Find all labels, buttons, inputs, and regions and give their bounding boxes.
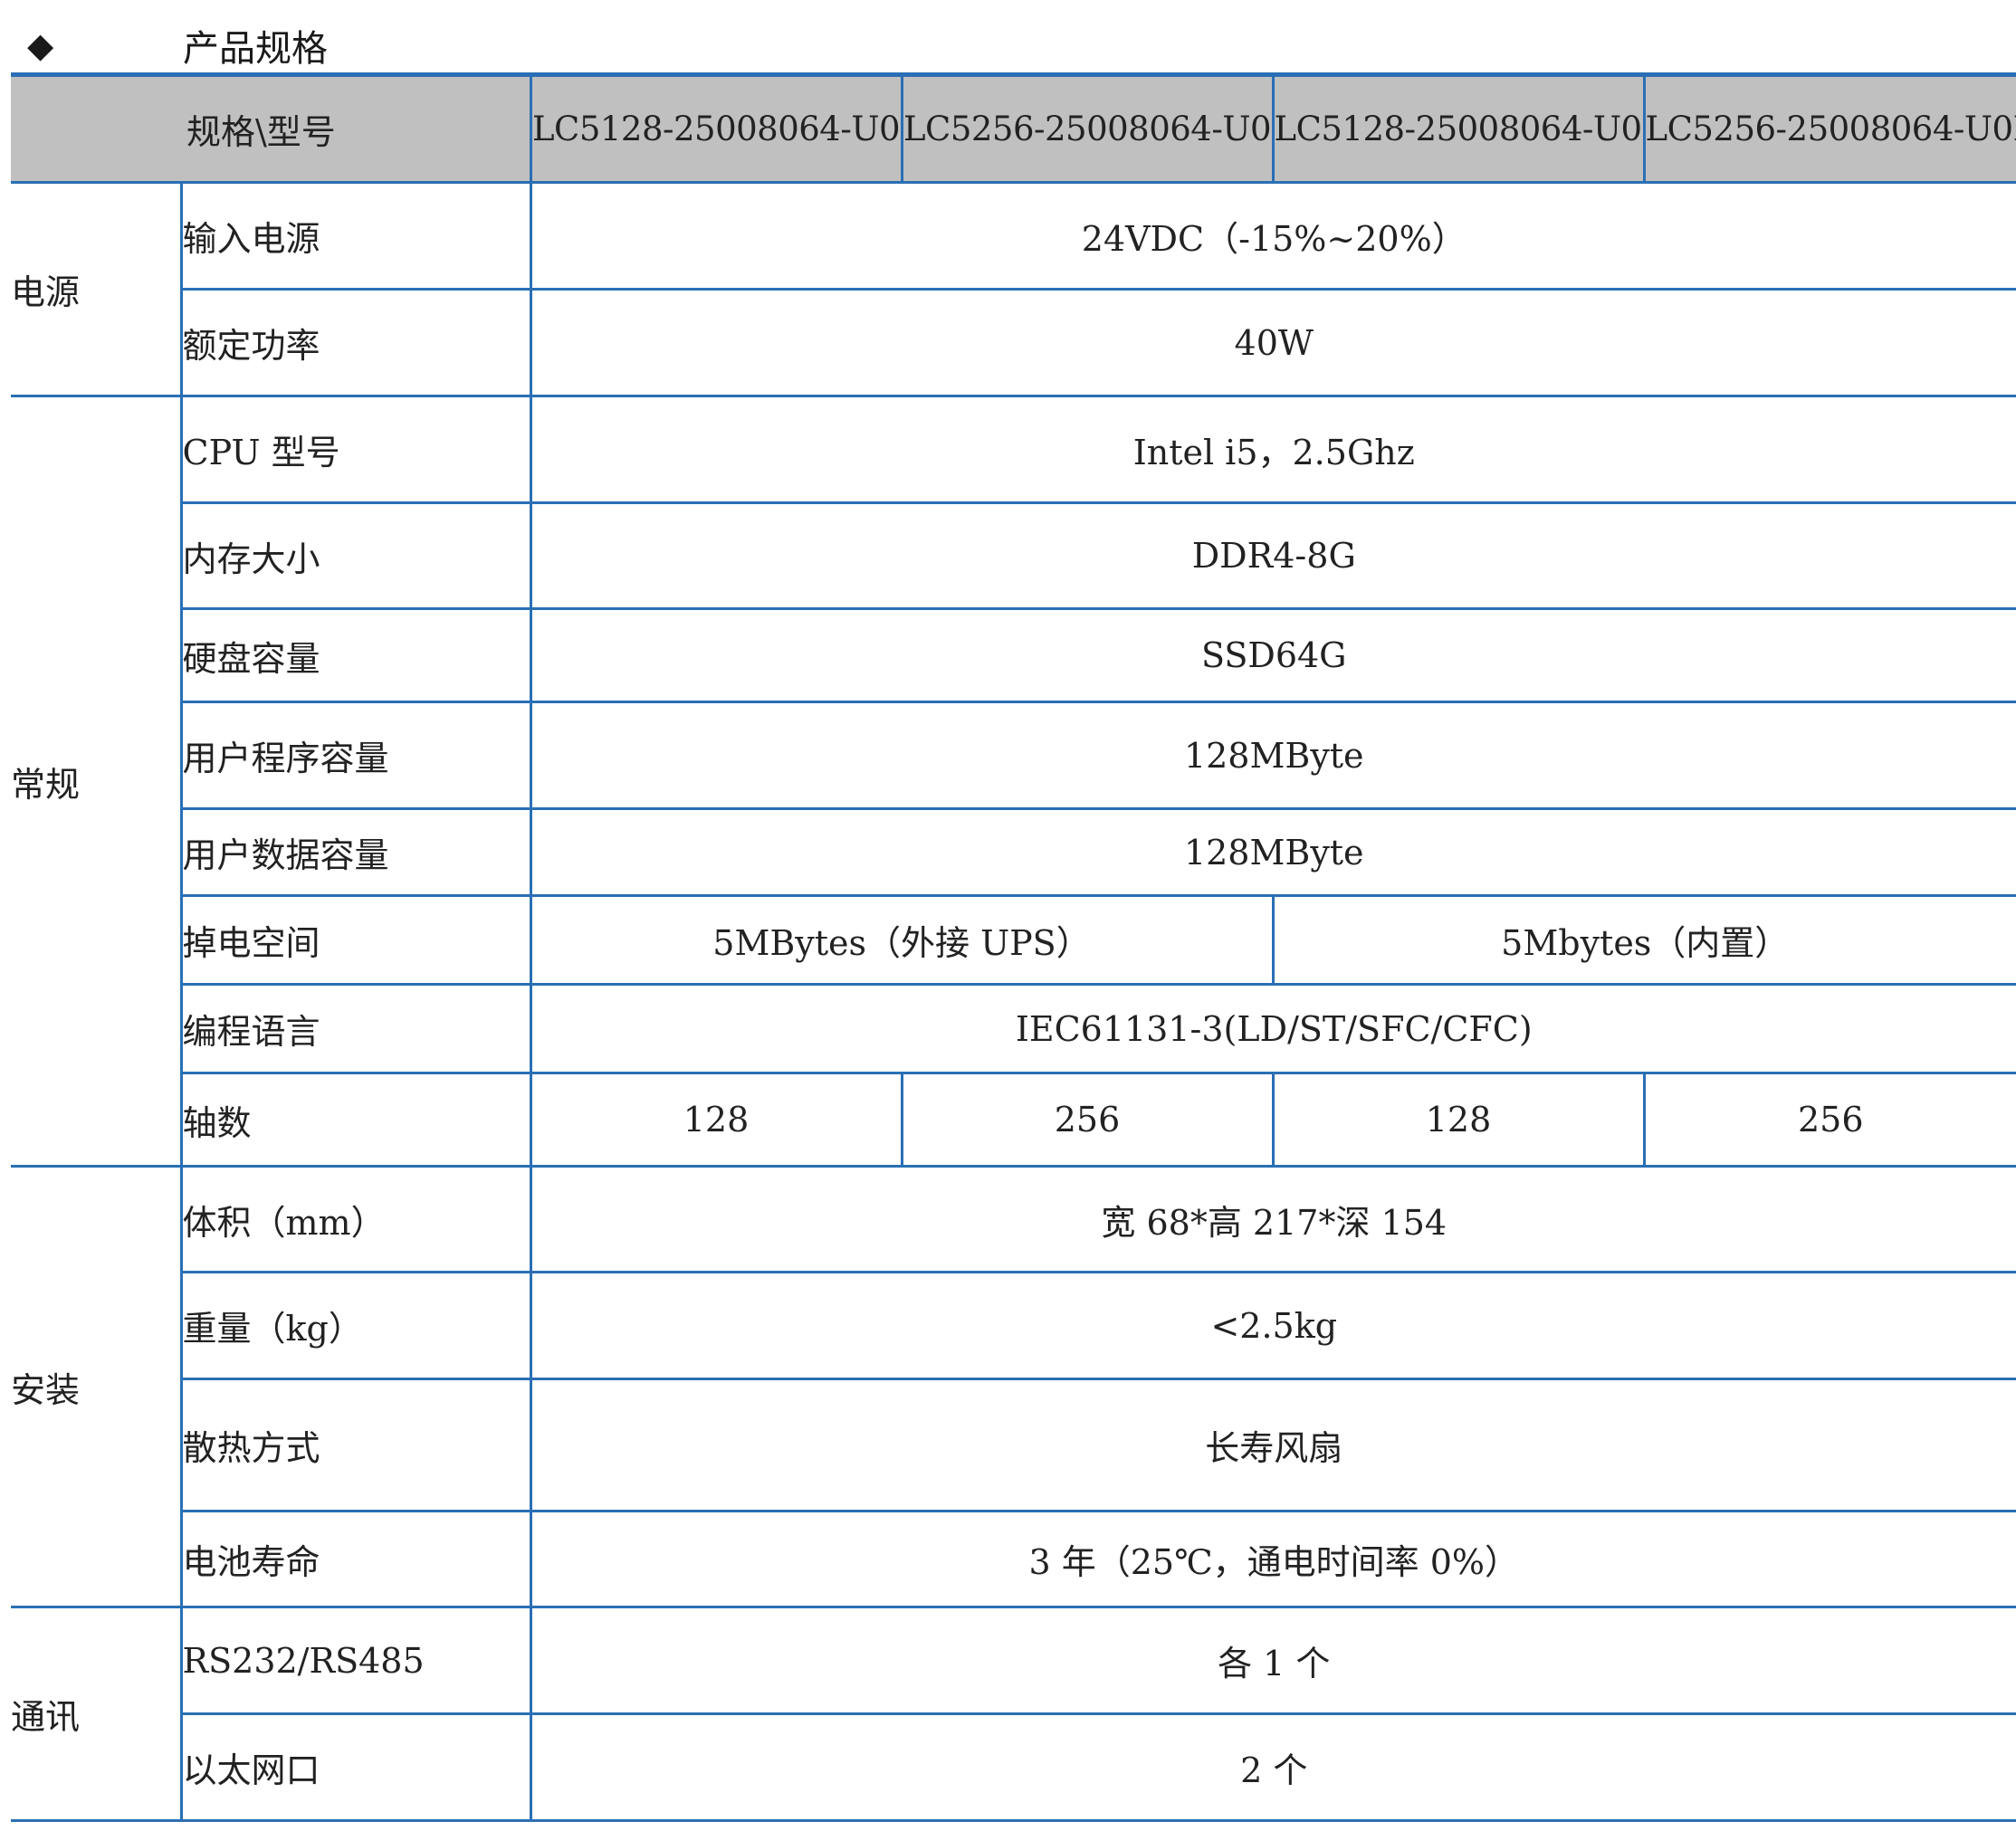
param-label: 体积（mm） xyxy=(179,1165,532,1273)
group-label-install: 安装 xyxy=(11,1165,183,1608)
table-header-row: 规格\型号 LC5128-25008064-U0 LC5256-25008064… xyxy=(11,72,2016,184)
param-value: 128MByte xyxy=(529,701,2016,810)
param-label: 输入电源 xyxy=(179,181,532,291)
param-label: 电池寿命 xyxy=(181,1510,532,1608)
param-label: 编程语言 xyxy=(181,983,532,1074)
param-value: 各 1 个 xyxy=(529,1606,2016,1715)
param-value: 128 xyxy=(1271,1072,1646,1168)
table-row: 轴数 128 256 128 256 xyxy=(11,1072,2016,1168)
table-row: 掉电空间 5MBytes（外接 UPS） 5Mbytes（内置） xyxy=(11,894,2016,986)
group-label-comm: 通讯 xyxy=(11,1606,183,1822)
table-row: 额定功率 40W xyxy=(11,288,2016,397)
param-label: RS232/RS485 xyxy=(179,1606,532,1715)
table-row: 通讯 RS232/RS485 各 1 个 xyxy=(11,1606,2016,1822)
table-row: 重量（kg） <2.5kg xyxy=(11,1271,2016,1380)
table-row: 电池寿命 3 年（25℃，通电时间率 0%） xyxy=(11,1510,2016,1608)
param-label: 散热方式 xyxy=(181,1378,532,1512)
param-label: 重量（kg） xyxy=(181,1271,532,1380)
param-label: 用户数据容量 xyxy=(181,807,532,897)
header-model-2: LC5256-25008064-U0 xyxy=(900,72,1275,184)
table-row: 硬盘容量 SSD64G xyxy=(11,607,2016,703)
param-value: 3 年（25℃，通电时间率 0%） xyxy=(529,1510,2016,1608)
table-row: 用户数据容量 128MByte xyxy=(11,807,2016,897)
param-label: CPU 型号 xyxy=(179,395,532,504)
group-label-general: 常规 xyxy=(11,395,183,1168)
param-value: 长寿风扇 xyxy=(529,1378,2016,1512)
table-row: 安装 体积（mm） 宽 68*高 217*深 154 xyxy=(11,1165,2016,1608)
param-value: 256 xyxy=(900,1072,1275,1168)
section-title: 产品规格 xyxy=(183,28,328,70)
header-model-1: LC5128-25008064-U0 xyxy=(529,72,903,184)
section-heading: ◆ 产品规格 xyxy=(27,16,328,74)
header-spec-model-label: 规格\型号 xyxy=(11,72,532,184)
table-row: 以太网口 2 个 xyxy=(11,1712,2016,1822)
param-value: DDR4-8G xyxy=(529,501,2016,610)
param-label: 掉电空间 xyxy=(181,894,532,986)
table-row: 内存大小 DDR4-8G xyxy=(11,501,2016,610)
param-label: 用户程序容量 xyxy=(181,701,532,810)
table-row: 散热方式 长寿风扇 xyxy=(11,1378,2016,1512)
param-value: 2 个 xyxy=(529,1712,2016,1822)
table-row: 编程语言 IEC61131-3(LD/ST/SFC/CFC) xyxy=(11,983,2016,1074)
param-value: <2.5kg xyxy=(529,1271,2016,1380)
header-model-4: LC5256-25008064-U0P xyxy=(1642,72,2016,184)
param-value: 24VDC（-15%~20%） xyxy=(529,181,2016,291)
param-value: 5MBytes（外接 UPS） xyxy=(529,894,1275,986)
table-row: 用户程序容量 128MByte xyxy=(11,701,2016,810)
param-value: 256 xyxy=(1642,1072,2016,1168)
param-value: 40W xyxy=(529,288,2016,397)
param-label: 内存大小 xyxy=(181,501,532,610)
param-value: IEC61131-3(LD/ST/SFC/CFC) xyxy=(529,983,2016,1074)
diamond-bullet-icon: ◆ xyxy=(27,25,54,65)
table-row: 常规 CPU 型号 Intel i5，2.5Ghz xyxy=(11,395,2016,1168)
param-value: 5Mbytes（内置） xyxy=(1271,894,2016,986)
param-value: 宽 68*高 217*深 154 xyxy=(529,1165,2016,1273)
param-label: 以太网口 xyxy=(181,1712,532,1822)
param-value: Intel i5，2.5Ghz xyxy=(529,395,2016,504)
group-label-power: 电源 xyxy=(11,181,183,397)
param-label: 轴数 xyxy=(181,1072,532,1168)
param-value: SSD64G xyxy=(529,607,2016,703)
param-value: 128 xyxy=(529,1072,903,1168)
table-row: 电源 输入电源 24VDC（-15%~20%） xyxy=(11,181,2016,397)
header-model-3: LC5128-25008064-U0P xyxy=(1271,72,1646,184)
param-value: 128MByte xyxy=(529,807,2016,897)
param-label: 硬盘容量 xyxy=(181,607,532,703)
param-label: 额定功率 xyxy=(181,288,532,397)
spec-table: 规格\型号 LC5128-25008064-U0 LC5256-25008064… xyxy=(11,72,2016,1822)
